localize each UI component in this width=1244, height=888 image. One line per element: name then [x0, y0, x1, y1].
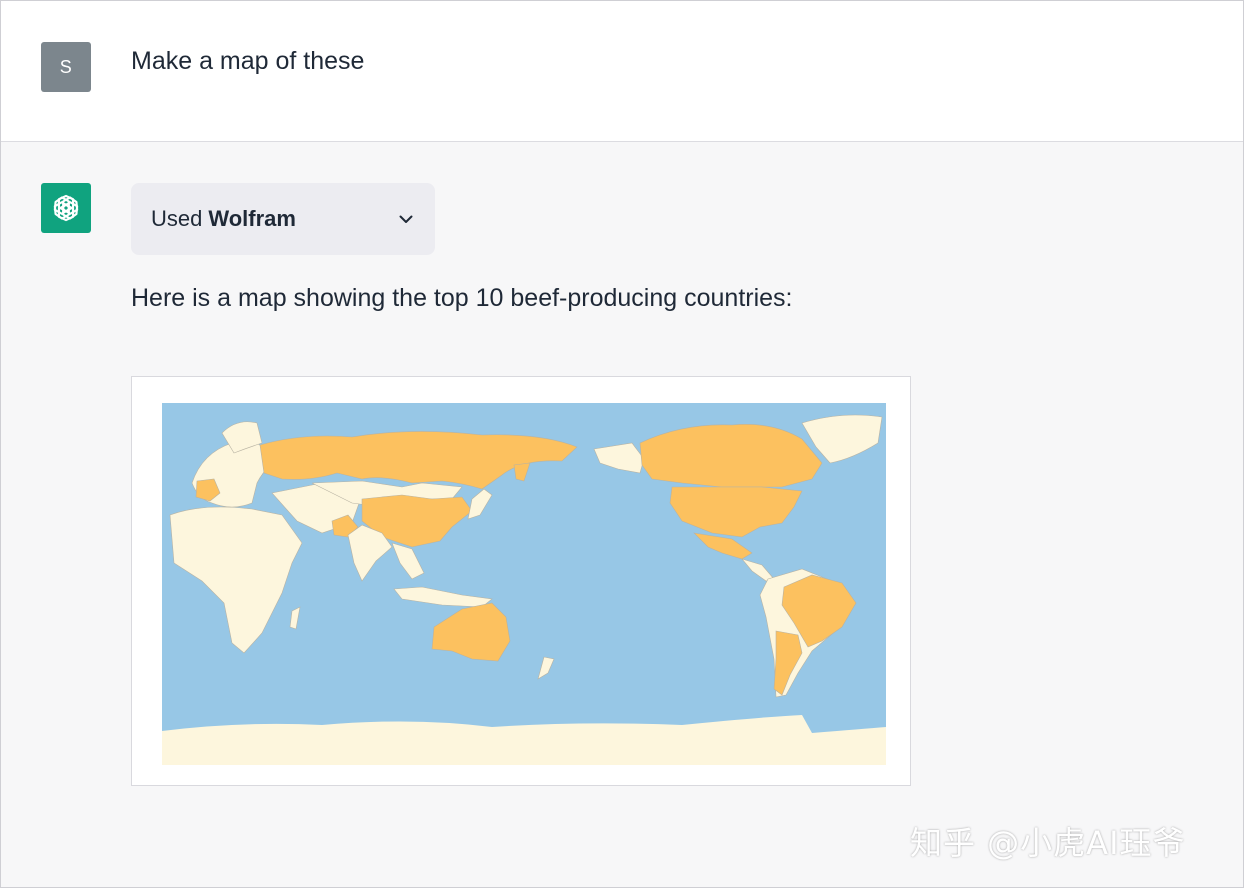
user-message-text: Make a map of these — [131, 47, 365, 75]
plugin-used-toggle[interactable]: Used Wolfram — [131, 183, 435, 255]
plugin-name: Wolfram — [208, 206, 296, 231]
user-avatar: S — [41, 42, 91, 92]
user-message-row: S Make a map of these — [1, 1, 1243, 142]
chevron-down-icon — [397, 210, 415, 228]
map-image-card — [131, 376, 911, 786]
openai-logo-icon — [41, 183, 91, 233]
world-map-image — [162, 403, 886, 765]
plugin-prefix: Used — [151, 206, 203, 231]
assistant-message-row: Used Wolfram Here is a map showing the t… — [1, 142, 1243, 887]
watermark-text: 知乎 @小虎AI珏爷 — [910, 824, 1186, 862]
assistant-message-text: Here is a map showing the top 10 beef-pr… — [131, 284, 793, 312]
